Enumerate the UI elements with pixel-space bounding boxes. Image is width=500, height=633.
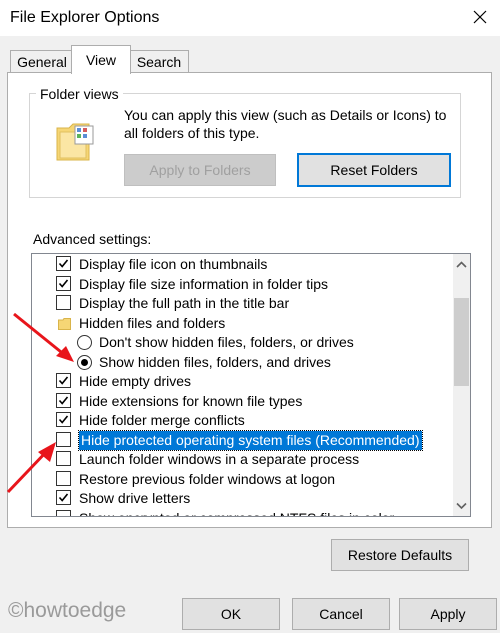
list-item-label: Hide folder merge conflicts — [79, 412, 245, 428]
list-item[interactable]: Hide folder merge conflicts — [32, 411, 450, 430]
tab-general-label: General — [17, 54, 67, 70]
list-item[interactable]: Display the full path in the title bar — [32, 294, 450, 313]
list-item-label: Don't show hidden files, folders, or dri… — [99, 334, 354, 350]
scroll-down-arrow[interactable] — [453, 497, 470, 514]
apply-button[interactable]: Apply — [399, 598, 497, 630]
list-item[interactable]: Show hidden files, folders, and drives — [32, 353, 450, 372]
apply-to-folders-button[interactable]: Apply to Folders — [124, 154, 276, 186]
folder-views-description: You can apply this view (such as Details… — [124, 107, 447, 141]
cancel-button[interactable]: Cancel — [292, 598, 390, 630]
list-item[interactable]: Launch folder windows in a separate proc… — [32, 450, 450, 469]
list-item-label: Show drive letters — [79, 490, 191, 506]
list-item[interactable]: Hide protected operating system files (R… — [32, 429, 450, 451]
list-item-label: Hide protected operating system files (R… — [78, 429, 423, 451]
check-icon — [58, 376, 69, 385]
chevron-up-icon — [456, 261, 467, 268]
tab-general[interactable]: General — [10, 50, 74, 73]
checkbox-checked[interactable] — [56, 412, 71, 427]
close-icon — [473, 10, 487, 24]
watermark: ©howtoedge — [8, 599, 127, 622]
list-item-label: Hidden files and folders — [79, 314, 226, 331]
list-item-label: Display file icon on thumbnails — [79, 256, 268, 272]
title-bar: File Explorer Options — [0, 0, 500, 36]
list-item-label: Show hidden files, folders, and drives — [99, 353, 331, 370]
scroll-thumb[interactable] — [454, 298, 469, 386]
restore-defaults-button[interactable]: Restore Defaults — [331, 539, 469, 571]
list-item[interactable]: Display file icon on thumbnails — [32, 255, 450, 274]
list-scrollbar[interactable] — [453, 254, 470, 516]
list-item-label: Restore previous folder windows at logon — [79, 470, 336, 487]
scroll-up-arrow[interactable] — [453, 256, 470, 273]
list-item-label: Display the full path in the title bar — [79, 295, 290, 311]
annotation-arrow-icon — [13, 312, 74, 362]
list-item[interactable]: Restore previous folder windows at logon — [32, 470, 450, 489]
ok-button[interactable]: OK — [182, 598, 280, 630]
radio-selected[interactable] — [77, 354, 92, 370]
list-item-label: Hide extensions for known file types — [79, 392, 303, 409]
checkbox-checked[interactable] — [56, 392, 71, 408]
checkbox-checked[interactable] — [56, 373, 71, 388]
checkbox[interactable] — [56, 509, 71, 516]
reset-folders-button[interactable]: Reset Folders — [297, 153, 451, 187]
check-icon — [58, 395, 69, 405]
list-item-label: Hide empty drives — [79, 373, 192, 389]
list-item-label: Show encrypted or compressed NTFS files … — [79, 509, 394, 517]
list-item[interactable]: Hide empty drives — [32, 372, 450, 391]
annotation-arrow-icon — [6, 442, 56, 494]
close-button[interactable] — [466, 3, 494, 31]
list-item[interactable]: Show encrypted or compressed NTFS files … — [32, 509, 450, 517]
list-item-label: Display file size information in folder … — [79, 275, 328, 292]
tab-view[interactable]: View — [71, 45, 131, 74]
check-icon — [58, 259, 69, 268]
checkbox-checked[interactable] — [56, 275, 71, 291]
folder-views-icon — [55, 120, 97, 164]
list-item[interactable]: Hide extensions for known file types — [32, 392, 450, 411]
tab-search[interactable]: Search — [129, 50, 189, 73]
list-item-label: Launch folder windows in a separate proc… — [79, 451, 360, 467]
list-item[interactable]: Display file size information in folder … — [32, 275, 450, 294]
check-icon — [58, 415, 69, 424]
list-item[interactable]: Don't show hidden files, folders, or dri… — [32, 333, 450, 352]
list-item[interactable]: Show drive letters — [32, 489, 450, 508]
folder-views-label: Folder views — [36, 86, 123, 102]
checkbox-checked[interactable] — [56, 256, 71, 271]
list-item: Hidden files and folders — [32, 314, 450, 333]
window-title: File Explorer Options — [10, 9, 160, 26]
radio[interactable] — [77, 335, 92, 350]
chevron-down-icon — [456, 502, 467, 510]
tab-search-label: Search — [136, 54, 182, 70]
check-icon — [58, 278, 69, 288]
advanced-settings-list[interactable]: Display file icon on thumbnails Display f… — [31, 253, 471, 517]
advanced-settings-label: Advanced settings: — [33, 231, 152, 247]
tab-view-label: View — [85, 52, 117, 68]
